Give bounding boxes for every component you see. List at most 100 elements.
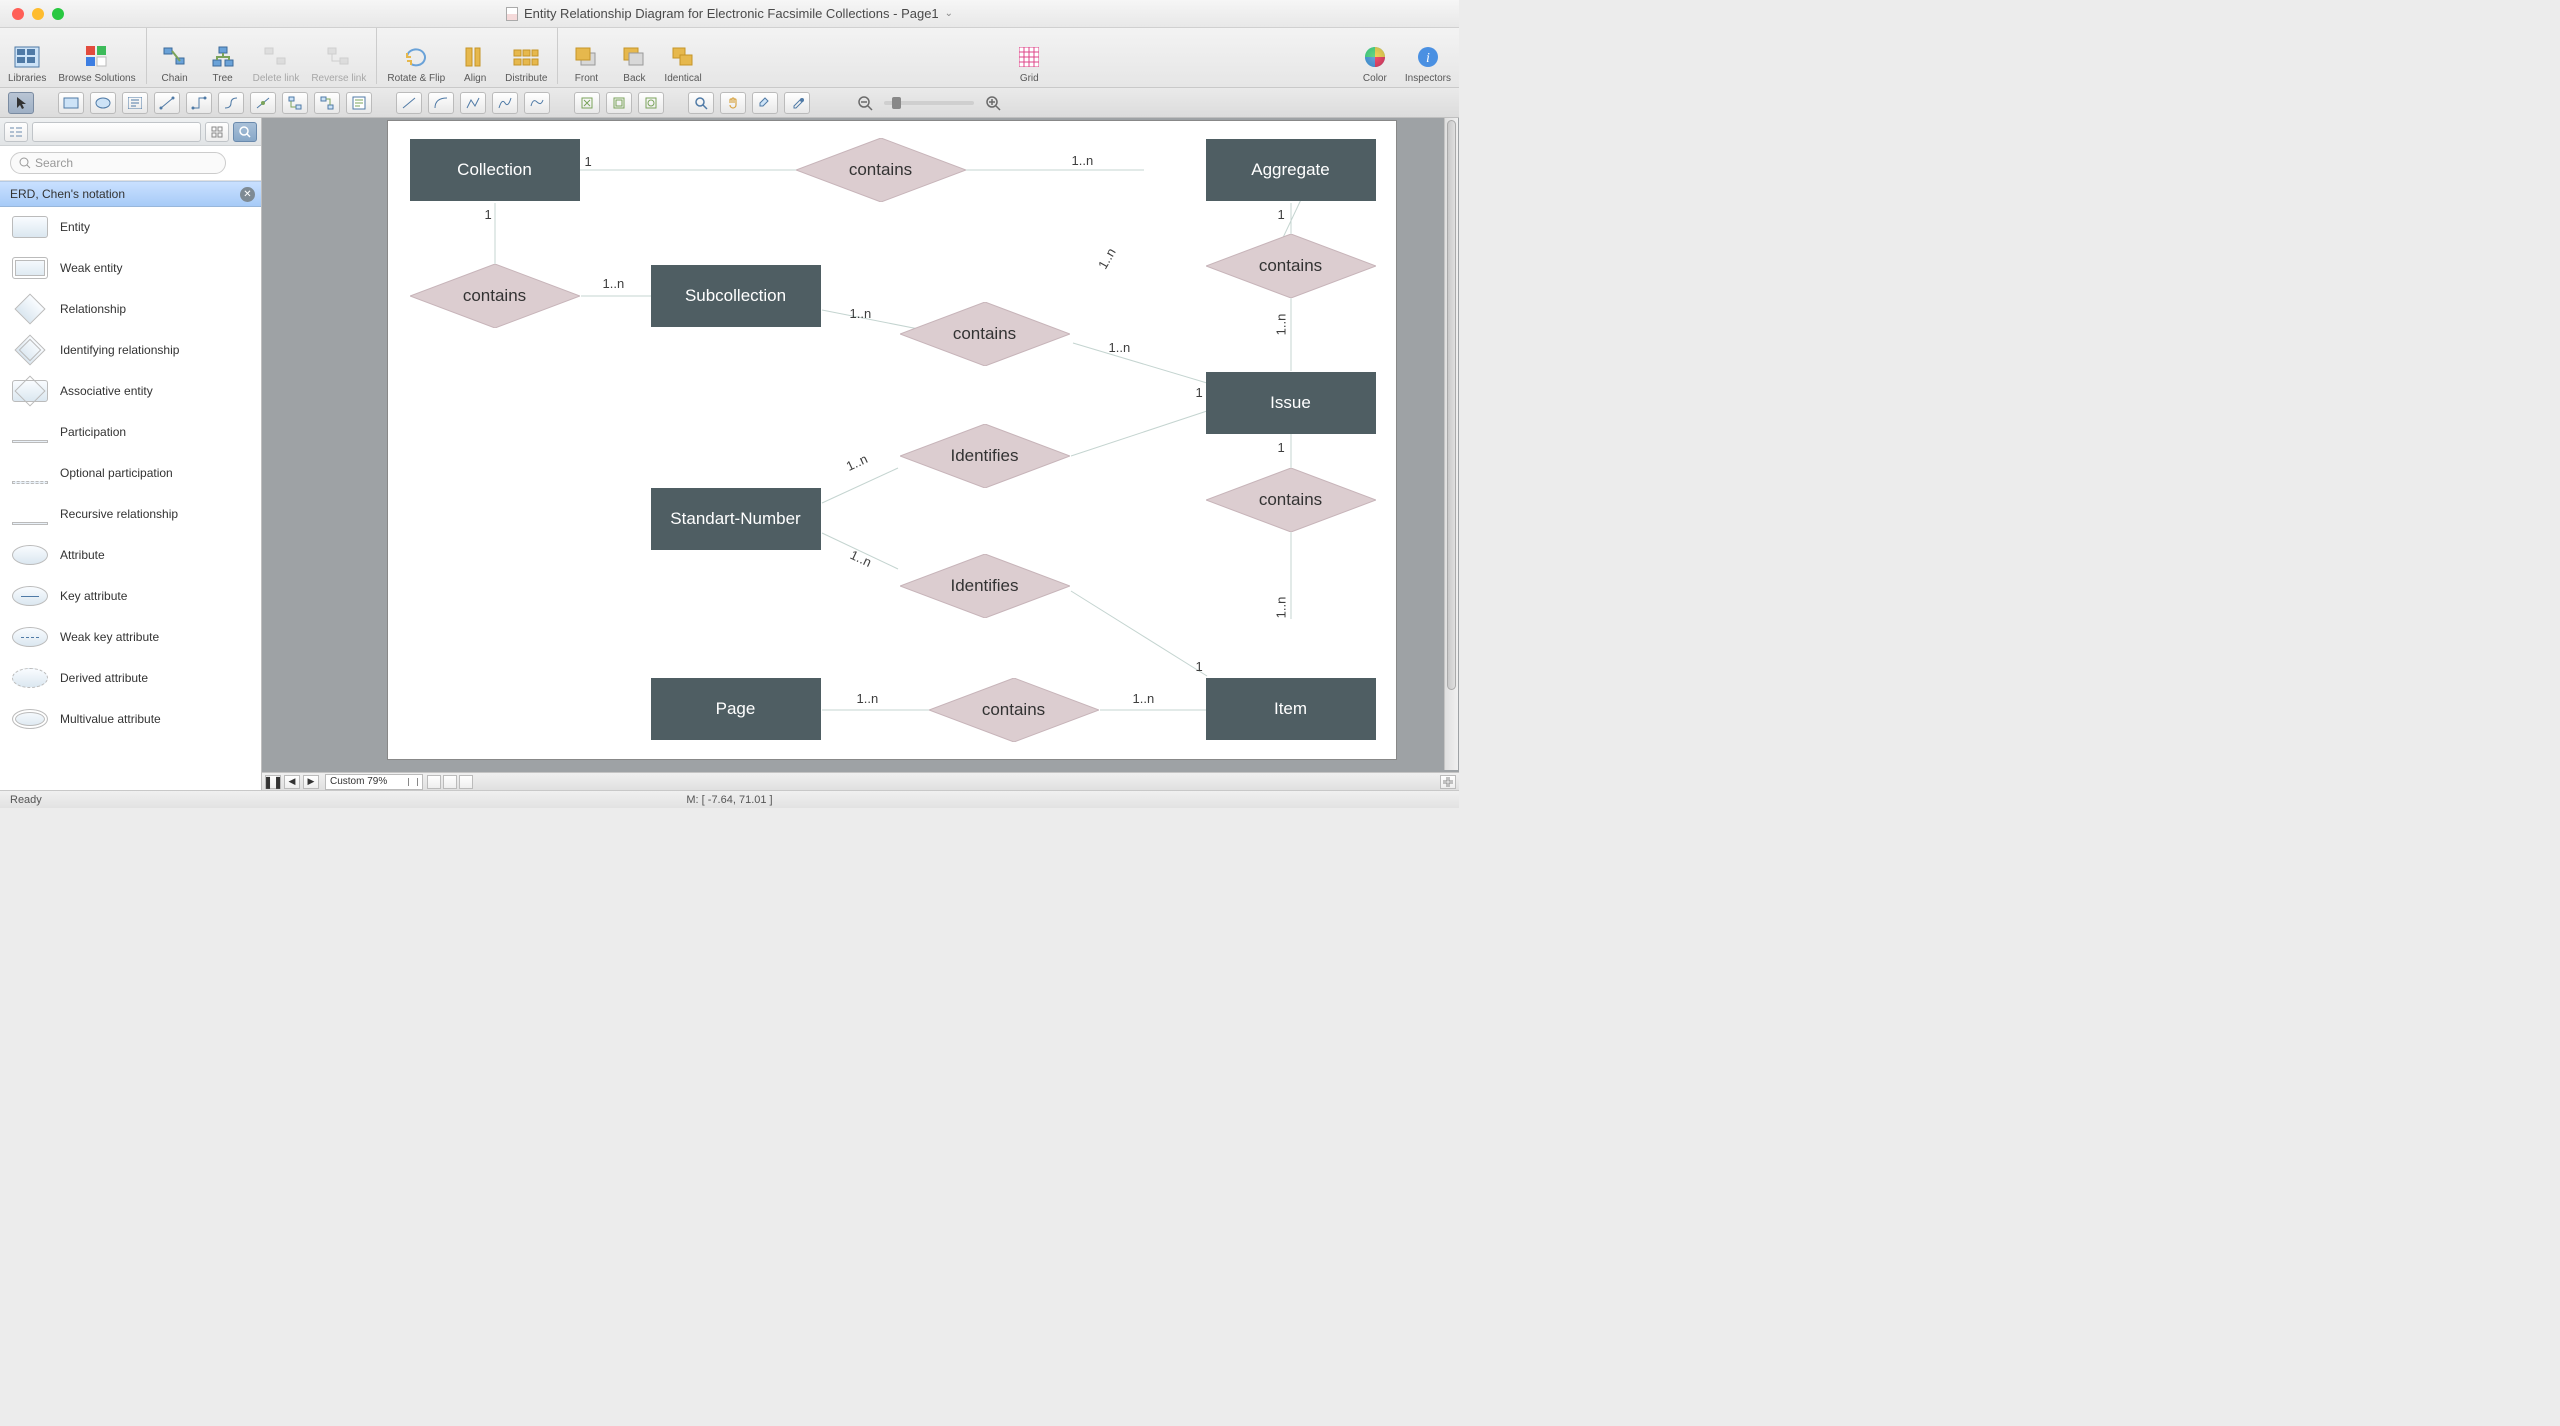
pointer-tool[interactable] xyxy=(8,92,34,114)
polyline-tool[interactable] xyxy=(460,92,486,114)
libraries-button[interactable]: Libraries xyxy=(8,44,46,84)
card-1n: 1..n xyxy=(843,451,869,474)
bezier-tool[interactable] xyxy=(492,92,518,114)
stencil-weak-key-attribute[interactable]: Weak key attribute xyxy=(0,617,261,658)
rel-contains-top[interactable]: contains xyxy=(796,138,966,202)
prev-page-button[interactable]: ◀ xyxy=(284,775,300,789)
stencil-derived-attribute[interactable]: Derived attribute xyxy=(0,658,261,699)
eyedropper-tool[interactable] xyxy=(784,92,810,114)
rel-identifies-bottom[interactable]: Identifies xyxy=(900,554,1070,618)
page-thumb-3[interactable] xyxy=(459,775,473,789)
stencil-weak-entity[interactable]: Weak entity xyxy=(0,248,261,289)
card-1: 1 xyxy=(1278,440,1285,455)
zoom-tool[interactable] xyxy=(688,92,714,114)
stencil-key-attribute[interactable]: Key attribute xyxy=(0,576,261,617)
connector-5-tool[interactable] xyxy=(282,92,308,114)
svg-text:i: i xyxy=(1426,51,1430,66)
zoom-in-button[interactable] xyxy=(980,92,1006,114)
connector-6-tool[interactable] xyxy=(314,92,340,114)
rel-identifies-top[interactable]: Identifies xyxy=(900,424,1070,488)
stencil-participation[interactable]: Participation xyxy=(0,412,261,453)
card-1n: 1..n xyxy=(1109,340,1131,355)
fit-icon[interactable] xyxy=(1440,775,1456,789)
entity-item[interactable]: Item xyxy=(1206,678,1376,740)
entity-collection[interactable]: Collection xyxy=(410,139,580,201)
close-section-icon[interactable]: ✕ xyxy=(240,187,255,202)
entity-aggregate[interactable]: Aggregate xyxy=(1206,139,1376,201)
stamp-tool[interactable] xyxy=(346,92,372,114)
card-1n: 1..n xyxy=(857,691,879,706)
align-button[interactable]: Align xyxy=(457,44,493,84)
vertical-scrollbar[interactable] xyxy=(1444,118,1458,770)
connector-3-tool[interactable] xyxy=(218,92,244,114)
sidebar-tree-icon[interactable] xyxy=(4,122,28,142)
connector-layer xyxy=(388,121,1398,761)
stencil-associative-entity[interactable]: Associative entity xyxy=(0,371,261,412)
distribute-button[interactable]: Distribute xyxy=(505,44,547,84)
highlight-tool[interactable] xyxy=(752,92,778,114)
rect-tool[interactable] xyxy=(58,92,84,114)
stencil-relationship[interactable]: Relationship xyxy=(0,289,261,330)
back-button[interactable]: Back xyxy=(616,44,652,84)
search-placeholder: Search xyxy=(35,156,73,170)
sidebar-filter-dropdown[interactable] xyxy=(32,122,201,142)
connector-1-tool[interactable] xyxy=(154,92,180,114)
text-tool[interactable] xyxy=(122,92,148,114)
minimize-window-button[interactable] xyxy=(32,8,44,20)
front-button[interactable]: Front xyxy=(568,44,604,84)
main-toolbar: Libraries Browse Solutions Chain Tree De… xyxy=(0,28,1459,88)
stencil-identifying-relationship[interactable]: Identifying relationship xyxy=(0,330,261,371)
stencil-multivalue-attribute[interactable]: Multivalue attribute xyxy=(0,699,261,740)
rel-contains-bottom[interactable]: contains xyxy=(929,678,1099,742)
tree-button[interactable]: Tree xyxy=(205,44,241,84)
rel-contains-mid[interactable]: contains xyxy=(900,302,1070,366)
sidebar-section-header[interactable]: ERD, Chen's notation ✕ xyxy=(0,181,261,207)
connector-4-tool[interactable] xyxy=(250,92,276,114)
sidebar-grid-icon[interactable] xyxy=(205,122,229,142)
hand-tool[interactable] xyxy=(720,92,746,114)
pause-icon[interactable]: ❚❚ xyxy=(265,775,281,789)
entity-subcollection[interactable]: Subcollection xyxy=(651,265,821,327)
stencil-attribute[interactable]: Attribute xyxy=(0,535,261,576)
next-page-button[interactable]: ▶ xyxy=(303,775,319,789)
close-window-button[interactable] xyxy=(12,8,24,20)
curve-tool[interactable] xyxy=(428,92,454,114)
entity-issue[interactable]: Issue xyxy=(1206,372,1376,434)
identical-button[interactable]: Identical xyxy=(664,44,701,84)
page-thumb-1[interactable] xyxy=(427,775,441,789)
stencil-recursive-relationship[interactable]: Recursive relationship xyxy=(0,494,261,535)
crop-1-tool[interactable] xyxy=(574,92,600,114)
maximize-window-button[interactable] xyxy=(52,8,64,20)
connector-2-tool[interactable] xyxy=(186,92,212,114)
diagram-page[interactable]: Collection Aggregate Subcollection Issue… xyxy=(387,120,1397,760)
entity-page[interactable]: Page xyxy=(651,678,821,740)
stencil-entity[interactable]: Entity xyxy=(0,207,261,248)
rel-contains-left[interactable]: contains xyxy=(410,264,580,328)
rel-contains-lower-right[interactable]: contains xyxy=(1206,468,1376,532)
freehand-tool[interactable] xyxy=(524,92,550,114)
card-1n: 1..n xyxy=(1133,691,1155,706)
line-tool[interactable] xyxy=(396,92,422,114)
zoom-slider[interactable] xyxy=(884,101,974,105)
color-button[interactable]: Color xyxy=(1357,44,1393,84)
chevron-down-icon[interactable]: ⌄ xyxy=(945,8,953,19)
sidebar-list-icon[interactable] xyxy=(233,122,257,142)
browse-solutions-button[interactable]: Browse Solutions xyxy=(58,44,135,84)
zoom-out-button[interactable] xyxy=(852,92,878,114)
page-thumb-2[interactable] xyxy=(443,775,457,789)
chain-button[interactable]: Chain xyxy=(157,44,193,84)
inspectors-button[interactable]: iInspectors xyxy=(1405,44,1451,84)
stencil-optional-participation[interactable]: Optional participation xyxy=(0,453,261,494)
ellipse-tool[interactable] xyxy=(90,92,116,114)
rel-contains-right[interactable]: contains xyxy=(1206,234,1376,298)
sidebar-search-input[interactable]: Search xyxy=(10,152,226,174)
card-1: 1 xyxy=(1278,207,1285,222)
grid-button[interactable]: Grid xyxy=(1011,44,1047,84)
card-1: 1 xyxy=(585,154,592,169)
crop-3-tool[interactable] xyxy=(638,92,664,114)
zoom-select[interactable]: Custom 79% xyxy=(325,774,423,790)
status-bar: Ready M: [ -7.64, 71.01 ] xyxy=(0,790,1459,808)
entity-standart-number[interactable]: Standart-Number xyxy=(651,488,821,550)
rotate-flip-button[interactable]: Rotate & Flip xyxy=(387,44,445,84)
crop-2-tool[interactable] xyxy=(606,92,632,114)
